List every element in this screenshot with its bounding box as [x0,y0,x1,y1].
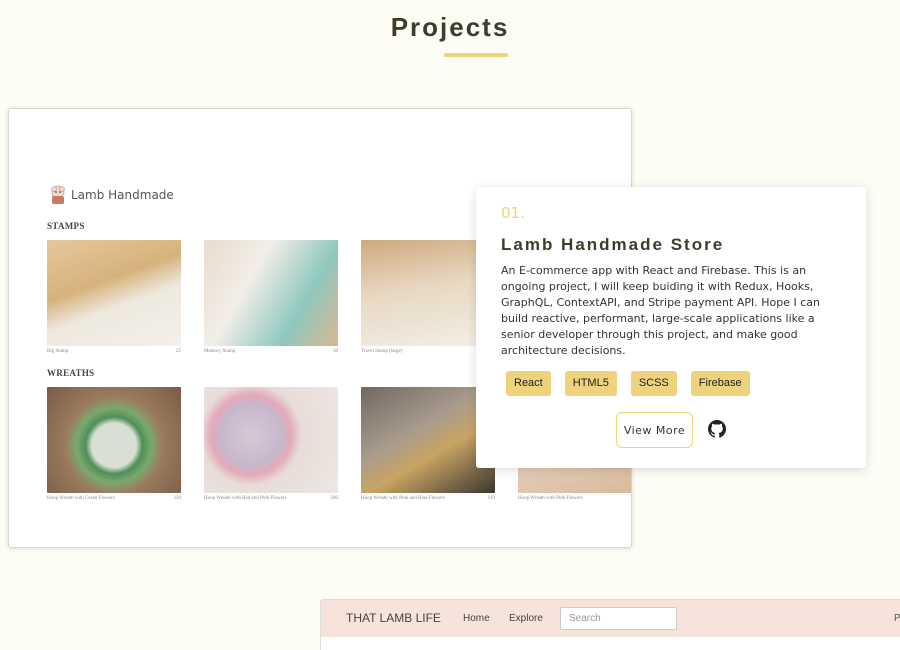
product-name: Hoop Wreath with Pink and Blue Flowers [361,496,445,501]
product-name: Travel Stamp (large) [361,349,403,354]
product-price: 200 [330,496,339,501]
section-title: Projects [390,12,510,42]
category-wreaths: WREATHS [47,368,95,378]
product-name: Hoop Wreath with Pink Flowers [518,496,583,501]
product-name: Big Stamp [47,349,69,354]
product-name: Hoop Wreath with Green Flowers [47,496,115,501]
tag-scss: SCSS [630,371,677,396]
product-card[interactable]: Big Stamp 25 [47,240,181,354]
next-project-screenshot[interactable]: THAT LAMB LIFE Home Explore P [320,599,900,650]
shop-logo: Lamb Handmade [49,185,174,205]
shop-logo-text: Lamb Handmade [71,188,174,202]
search-input[interactable] [560,607,677,630]
product-price: 25 [176,349,181,354]
project-card: 01. Lamb Handmade Store An E-commerce ap… [476,187,866,468]
product-name: Memory Stamp [204,349,236,354]
view-more-button[interactable]: View More [616,412,693,448]
sheep-logo-icon [51,185,65,204]
product-image [361,387,495,493]
product-card[interactable]: Memory Stamp 30 [204,240,338,354]
tag-html5: HTML5 [564,371,617,396]
product-price: 110 [487,496,495,501]
project-description: An E-commerce app with React and Firebas… [501,264,820,357]
product-image [204,240,338,346]
product-price: 220 [173,496,182,501]
nav-home[interactable]: Home [463,613,490,624]
product-image [361,240,495,346]
product-image [47,387,181,493]
product-card[interactable]: Travel Stamp (large) [361,240,495,354]
nav-truncated[interactable]: P [894,613,900,624]
product-card[interactable]: Hoop Wreath with Pink and Blue Flowers 11… [361,387,495,501]
tag-firebase: Firebase [690,371,750,396]
github-icon[interactable] [708,420,726,438]
product-name: Hoop Wreath with Red and Pink Flowers [204,496,287,501]
product-card[interactable]: Hoop Wreath with Red and Pink Flowers 200 [204,387,338,501]
tech-tags: React HTML5 SCSS Firebase [506,371,750,396]
title-underline [444,53,508,57]
nav-explore[interactable]: Explore [509,613,543,624]
project-number: 01. [501,204,525,222]
category-stamps: STAMPS [47,221,85,231]
tag-react: React [506,371,551,396]
navbar-brand[interactable]: THAT LAMB LIFE [346,611,441,625]
product-price: 30 [333,349,338,354]
project-title: Lamb Handmade Store [501,235,725,254]
product-image [204,387,338,493]
product-card[interactable]: Hoop Wreath with Green Flowers 220 [47,387,181,501]
product-image [47,240,181,346]
